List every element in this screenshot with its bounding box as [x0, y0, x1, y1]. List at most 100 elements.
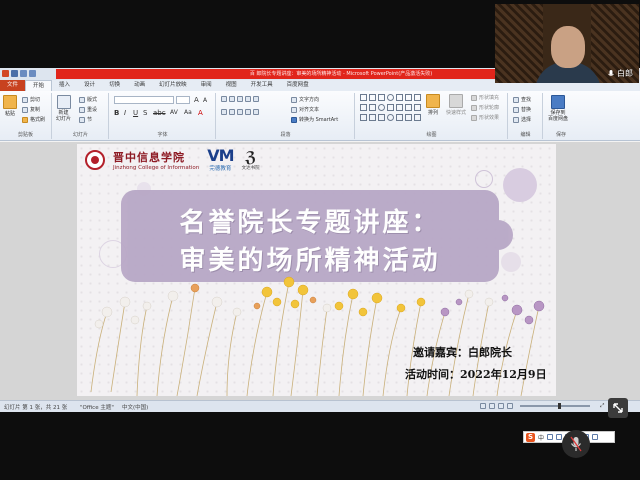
shape-brace-icon[interactable]	[396, 104, 403, 111]
font-color-button[interactable]: A	[198, 109, 203, 117]
shape-rect-icon[interactable]	[396, 94, 403, 101]
group-label: 绘图	[426, 132, 437, 138]
paste-icon	[3, 95, 17, 109]
shape-fill-button[interactable]: 形状填充	[471, 94, 499, 101]
tab-view[interactable]: 视图	[219, 80, 244, 91]
text-direction-button[interactable]: 文字方向	[291, 96, 319, 103]
group-label: 剪贴板	[17, 132, 33, 138]
char-spacing-button[interactable]: AV	[170, 109, 178, 116]
partner-logo: VM 完德教育	[207, 148, 234, 173]
shape-oval-icon[interactable]	[387, 114, 394, 121]
normal-view-icon[interactable]	[480, 403, 486, 409]
shape-rect-icon[interactable]	[387, 104, 394, 111]
language-indicator[interactable]: 中文(中国)	[122, 403, 148, 411]
tab-home[interactable]: 开始	[25, 80, 53, 91]
shape-brace-icon[interactable]	[378, 114, 385, 121]
reading-view-icon[interactable]	[498, 403, 504, 409]
italic-button[interactable]: I	[124, 109, 126, 117]
tab-design[interactable]: 设计	[77, 80, 102, 91]
find-button[interactable]: 查找	[513, 96, 531, 103]
tab-developer[interactable]: 开发工具	[244, 80, 280, 91]
shape-triangle-icon[interactable]	[405, 94, 412, 101]
tab-animations[interactable]: 动画	[127, 80, 152, 91]
tab-slideshow[interactable]: 幻灯片放映	[152, 80, 194, 91]
shape-brace-icon[interactable]	[396, 114, 403, 121]
align-text-button[interactable]: 对齐文本	[291, 106, 319, 113]
decor-bubble	[503, 168, 537, 202]
slide-canvas[interactable]: 晋中信息学院 Jinzhong College of Information V…	[77, 144, 556, 396]
shape-line-icon[interactable]	[414, 94, 421, 101]
shape-star-icon[interactable]	[405, 114, 412, 121]
slide-sorter-icon[interactable]	[489, 403, 495, 409]
decor-bubble	[501, 252, 521, 272]
shape-outline-button[interactable]: 形状轮廓	[471, 104, 499, 111]
shape-oval-icon[interactable]	[378, 104, 385, 111]
underline-button[interactable]: U	[133, 109, 138, 117]
view-buttons[interactable]	[480, 403, 513, 409]
zoom-slider[interactable]	[520, 403, 590, 409]
emoji-icon[interactable]	[556, 434, 563, 440]
shape-arrow-icon[interactable]	[360, 114, 367, 121]
redo-icon[interactable]	[29, 70, 36, 77]
slideshow-icon[interactable]	[507, 403, 513, 409]
punctuation-icon[interactable]	[547, 434, 554, 440]
save-to-baidu-button[interactable]: 保存到 百度网盘	[548, 95, 568, 122]
shape-rect-icon[interactable]	[369, 114, 376, 121]
grow-font-button[interactable]: A	[194, 96, 199, 104]
shadow-button[interactable]: S	[143, 109, 147, 117]
shape-line-icon[interactable]	[360, 104, 367, 111]
cut-button[interactable]: 剪切	[22, 96, 40, 103]
arrange-button[interactable]: 排列	[426, 94, 440, 116]
fit-window-icon[interactable]: ⤢	[600, 403, 604, 410]
shape-effects-button[interactable]: 形状效果	[471, 114, 499, 121]
bold-button[interactable]: B	[114, 109, 119, 117]
fullscreen-button[interactable]	[608, 398, 628, 418]
save-icon[interactable]	[11, 70, 18, 77]
font-size-dropdown[interactable]	[176, 96, 190, 104]
select-button[interactable]: 选择	[513, 116, 531, 123]
copy-button[interactable]: 复制	[22, 106, 40, 113]
smartart-button[interactable]: 转换为 SmartArt	[291, 116, 338, 123]
shape-more-icon[interactable]	[414, 114, 421, 121]
tab-baidu-netdisk[interactable]: 百度网盘	[280, 80, 316, 91]
ime-mode[interactable]: 中	[538, 433, 544, 442]
toolbox-icon[interactable]	[592, 434, 599, 440]
strikethrough-button[interactable]: abc	[153, 109, 166, 117]
quick-styles-button[interactable]: 快速样式	[446, 94, 466, 116]
replace-button[interactable]: 替换	[513, 106, 531, 113]
reset-button[interactable]: 重设	[79, 106, 97, 113]
tab-insert[interactable]: 插入	[52, 80, 77, 91]
shape-rect-icon[interactable]	[369, 94, 376, 101]
select-icon	[513, 116, 519, 123]
change-case-button[interactable]: Aa	[184, 109, 192, 116]
line-spacing-icon	[253, 96, 259, 102]
shape-textbox-icon[interactable]	[360, 94, 367, 101]
numbering-icon	[229, 96, 235, 102]
baidu-netdisk-group: 保存到 百度网盘 保存	[544, 93, 578, 139]
section-button[interactable]: 节	[79, 116, 92, 123]
tab-transitions[interactable]: 切换	[102, 80, 127, 91]
shape-rect-icon[interactable]	[414, 104, 421, 111]
shape-oval-icon[interactable]	[387, 94, 394, 101]
bullets-button[interactable]	[221, 96, 259, 102]
shape-rect-icon[interactable]	[378, 94, 385, 101]
mute-button[interactable]	[562, 430, 590, 458]
shape-arrow-icon[interactable]	[369, 104, 376, 111]
shapes-gallery[interactable]	[360, 94, 422, 124]
font-name-dropdown[interactable]	[114, 96, 174, 104]
shape-star-icon[interactable]	[405, 104, 412, 111]
shrink-font-button[interactable]: A	[203, 97, 207, 104]
title-card[interactable]: 名誉院长专题讲座： 审美的场所精神活动	[121, 190, 513, 282]
participant-video[interactable]: 白郎	[495, 4, 639, 83]
format-painter-button[interactable]: 格式刷	[22, 116, 45, 123]
powerpoint-window: 百 郎院长专题讲座：审美的场所精神活动 - Microsoft PowerPoi…	[0, 68, 640, 443]
tab-file[interactable]: 文件	[0, 80, 26, 91]
layout-button[interactable]: 版式	[79, 96, 97, 103]
align-buttons[interactable]	[221, 109, 259, 115]
school-name: 晋中信息学院	[113, 151, 185, 164]
sogou-logo-icon[interactable]: S	[526, 432, 535, 442]
tab-review[interactable]: 审阅	[194, 80, 219, 91]
paste-button[interactable]: 粘贴	[3, 95, 17, 117]
new-slide-button[interactable]: 新建 幻灯片	[56, 95, 71, 122]
undo-icon[interactable]	[20, 70, 27, 77]
